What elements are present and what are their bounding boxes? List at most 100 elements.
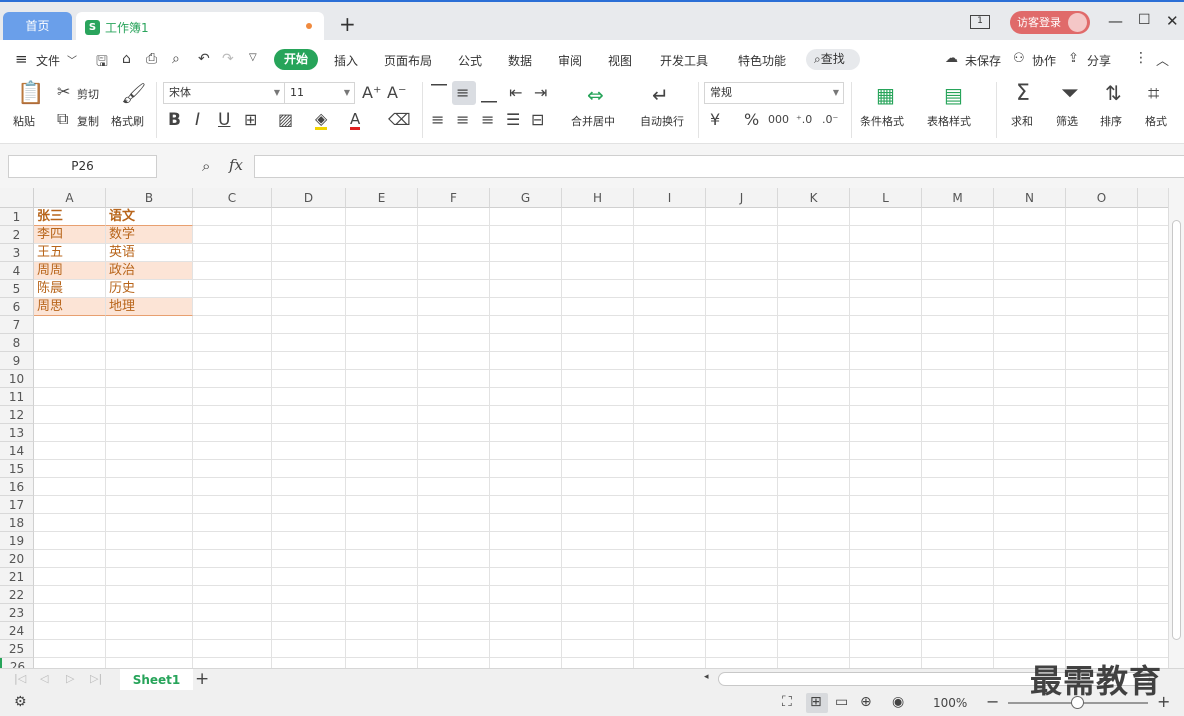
- cell-fill-pattern-icon[interactable]: ▨: [278, 112, 293, 128]
- zoom-out-button[interactable]: −: [986, 692, 999, 711]
- maximize-icon[interactable]: ☐: [1138, 12, 1151, 28]
- italic-button[interactable]: I: [195, 112, 200, 129]
- cell-a6[interactable]: 周思: [34, 298, 106, 316]
- column-header-d[interactable]: D: [272, 188, 346, 208]
- align-left-icon[interactable]: ≡: [431, 112, 444, 128]
- grid-row[interactable]: [34, 640, 1178, 658]
- grid-row[interactable]: [34, 352, 1178, 370]
- cell-a2[interactable]: 李四: [34, 226, 106, 244]
- row-header-14[interactable]: 14: [0, 442, 34, 460]
- wrap-text-icon[interactable]: ↵: [652, 85, 669, 105]
- format-painter-button[interactable]: 格式刷: [111, 113, 144, 129]
- grid-row[interactable]: [34, 604, 1178, 622]
- sheet-last-icon[interactable]: ▷|: [90, 672, 102, 685]
- border-icon[interactable]: ⊞: [244, 112, 257, 128]
- wrap-text-button[interactable]: 自动换行: [640, 113, 684, 129]
- font-name-select[interactable]: 宋体 ▼: [163, 82, 285, 104]
- tab-workbook[interactable]: S 工作簿1: [76, 12, 324, 42]
- unsaved-status[interactable]: 未保存: [965, 52, 1001, 69]
- eraser-icon[interactable]: ⌫: [388, 112, 411, 128]
- grid-row[interactable]: [34, 208, 1178, 226]
- menu-home[interactable]: 开始: [274, 49, 318, 70]
- cell-b5[interactable]: 历史: [106, 280, 193, 298]
- menu-page-layout[interactable]: 页面布局: [384, 52, 432, 69]
- paste-button[interactable]: 粘贴: [13, 113, 35, 129]
- row-header-2[interactable]: 2: [0, 226, 34, 244]
- more-icon[interactable]: ⋮: [1134, 50, 1148, 66]
- align-right-icon[interactable]: ≡: [481, 112, 494, 128]
- percent-button[interactable]: %: [744, 112, 759, 128]
- sum-icon[interactable]: Σ: [1016, 83, 1030, 105]
- conditional-format-button[interactable]: 条件格式: [860, 113, 904, 129]
- cell-b3[interactable]: 英语: [106, 244, 193, 262]
- column-header-a[interactable]: A: [34, 188, 106, 208]
- normal-view-icon[interactable]: ⊞: [810, 694, 822, 710]
- grid-row[interactable]: [34, 658, 1178, 668]
- minimize-icon[interactable]: —: [1108, 12, 1123, 30]
- grid-row[interactable]: [34, 622, 1178, 640]
- new-tab-button[interactable]: +: [339, 12, 356, 36]
- collapse-ribbon-icon[interactable]: ︿: [1156, 50, 1169, 69]
- menu-data[interactable]: 数据: [508, 52, 532, 69]
- column-header-i[interactable]: I: [634, 188, 706, 208]
- currency-button[interactable]: ¥: [710, 112, 720, 128]
- sheet-next-icon[interactable]: ▷: [66, 672, 74, 685]
- column-header-h[interactable]: H: [562, 188, 634, 208]
- number-format-select[interactable]: 常规 ▼: [704, 82, 844, 104]
- grid-row[interactable]: [34, 244, 1178, 262]
- decrease-decimal-icon[interactable]: .0⁻: [822, 112, 838, 128]
- column-header-n[interactable]: N: [994, 188, 1066, 208]
- window-count-icon[interactable]: 1: [970, 15, 990, 29]
- menu-review[interactable]: 审阅: [558, 52, 582, 69]
- grid-row[interactable]: [34, 298, 1178, 316]
- align-bottom-icon[interactable]: ⎽: [481, 86, 497, 102]
- column-header-o[interactable]: O: [1066, 188, 1138, 208]
- grid-row[interactable]: [34, 478, 1178, 496]
- font-size-select[interactable]: 11 ▼: [284, 82, 355, 104]
- filter-button[interactable]: 筛选: [1056, 113, 1078, 129]
- menu-special[interactable]: 特色功能: [738, 52, 786, 69]
- filter-icon[interactable]: ⏷: [1061, 83, 1079, 105]
- zoom-level[interactable]: 100%: [933, 696, 967, 710]
- sheet-first-icon[interactable]: |◁: [14, 672, 26, 685]
- scissors-icon[interactable]: ✂: [57, 84, 70, 100]
- row-header-22[interactable]: 22: [0, 586, 34, 604]
- login-button[interactable]: 访客登录: [1010, 11, 1090, 34]
- hamburger-icon[interactable]: ≡: [15, 50, 28, 68]
- cell-b2[interactable]: 数学: [106, 226, 193, 244]
- sort-icon[interactable]: ⇅: [1105, 83, 1122, 103]
- column-header-b[interactable]: B: [106, 188, 193, 208]
- row-header-12[interactable]: 12: [0, 406, 34, 424]
- page-layout-view-icon[interactable]: ▭: [835, 694, 848, 710]
- name-box[interactable]: P26: [8, 155, 157, 178]
- row-header-1[interactable]: 1: [0, 208, 34, 226]
- thousands-separator-icon[interactable]: 000: [768, 112, 789, 128]
- copy-icon[interactable]: ⧉: [57, 111, 68, 127]
- collaborate-button[interactable]: 协作: [1032, 52, 1056, 69]
- grid-row[interactable]: [34, 388, 1178, 406]
- fill-color-icon[interactable]: ◈: [315, 111, 328, 130]
- increase-indent-icon[interactable]: ⇥: [534, 85, 547, 101]
- grid-row[interactable]: [34, 568, 1178, 586]
- zoom-search-icon[interactable]: ⌕: [202, 157, 210, 175]
- row-header-23[interactable]: 23: [0, 604, 34, 622]
- align-center-icon[interactable]: ≡: [456, 112, 469, 128]
- row-header-6[interactable]: 6: [0, 298, 34, 316]
- cell-a5[interactable]: 陈晨: [34, 280, 106, 298]
- share-button[interactable]: 分享: [1087, 52, 1111, 69]
- column-header-c[interactable]: C: [193, 188, 272, 208]
- cell-b6[interactable]: 地理: [106, 298, 193, 316]
- row-header-3[interactable]: 3: [0, 244, 34, 262]
- column-header-k[interactable]: K: [778, 188, 850, 208]
- grid-row[interactable]: [34, 496, 1178, 514]
- row-header-18[interactable]: 18: [0, 514, 34, 532]
- font-shrink-icon[interactable]: A⁻: [387, 85, 406, 101]
- grid-row[interactable]: [34, 280, 1178, 298]
- row-header-9[interactable]: 9: [0, 352, 34, 370]
- sum-button[interactable]: 求和: [1011, 113, 1033, 129]
- cut-button[interactable]: 剪切: [77, 86, 99, 102]
- merge-center-button[interactable]: 合并居中: [571, 113, 615, 129]
- row-header-19[interactable]: 19: [0, 532, 34, 550]
- format-painter-icon[interactable]: 🖌: [121, 83, 146, 103]
- print-preview-icon[interactable]: ⌕: [172, 51, 180, 67]
